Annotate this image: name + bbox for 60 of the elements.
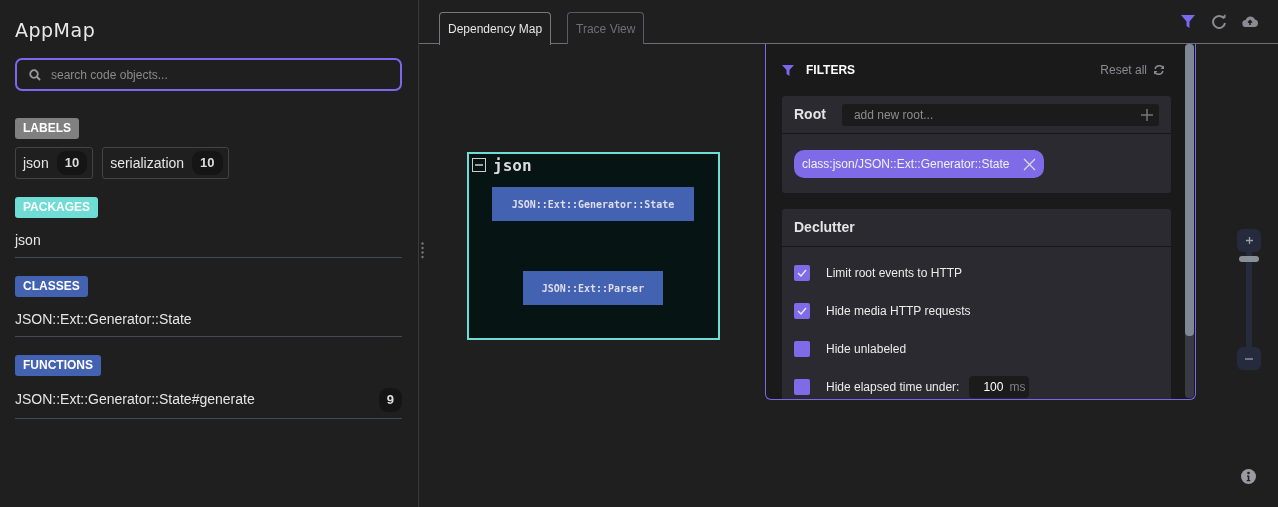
option-label: Limit root events to HTTP <box>826 265 963 282</box>
unit-label: ms <box>1009 379 1026 396</box>
scrollbar-thumb[interactable] <box>1185 44 1194 336</box>
list-item[interactable]: json <box>15 230 41 251</box>
panel-title: FILTERS <box>806 62 856 79</box>
class-node[interactable]: JSON::Ext::Parser <box>523 271 663 305</box>
reload-icon <box>1211 13 1227 29</box>
count-badge: 10 <box>56 151 88 175</box>
collapse-icon[interactable] <box>472 158 486 172</box>
checkbox[interactable] <box>794 303 810 319</box>
filter-icon <box>1180 13 1196 29</box>
close-icon <box>1023 157 1037 171</box>
option-label: Hide media HTTP requests <box>826 303 971 320</box>
filter-button[interactable] <box>1180 12 1196 30</box>
search-field[interactable]: search code objects... <box>49 64 388 85</box>
section-heading[interactable]: FUNCTIONS <box>15 355 101 376</box>
option-label: Hide unlabeled <box>826 341 907 358</box>
class-node[interactable]: JSON::Ext::Generator::State <box>492 187 694 221</box>
count-badge: 9 <box>378 388 402 412</box>
info-icon[interactable] <box>1241 469 1256 484</box>
list-item[interactable]: JSON::Ext::Generator::State#generate <box>15 389 255 411</box>
plus-icon <box>1245 237 1253 244</box>
card-title: Root <box>794 105 826 124</box>
zoom-out-button[interactable] <box>1237 347 1261 370</box>
root-input-bar[interactable]: add new root... <box>841 103 1159 126</box>
count-badge: 10 <box>192 151 223 175</box>
reset-all-button[interactable]: Reset all <box>1100 61 1165 79</box>
zoom-slider-thumb[interactable] <box>1239 256 1259 263</box>
zoom-in-button[interactable] <box>1237 229 1261 252</box>
reload-button[interactable] <box>1211 12 1227 30</box>
root-tag[interactable]: class:json/JSON::Ext::Generator::State <box>794 150 1045 178</box>
minus-icon <box>1245 357 1253 360</box>
package-node[interactable]: json JSON::Ext::Generator::State JSON::Ext::Parser <box>467 152 720 340</box>
card-title: Declutter <box>794 218 855 237</box>
section-heading[interactable]: CLASSES <box>15 276 88 297</box>
label-name: serialization <box>110 153 185 173</box>
checkbox[interactable] <box>794 341 810 357</box>
label-chip[interactable]: json 10 <box>15 147 94 179</box>
checkbox[interactable] <box>794 379 810 395</box>
label-chip[interactable]: serialization 10 <box>102 147 229 179</box>
resize-handle-icon[interactable] <box>421 242 424 259</box>
check-icon <box>797 307 807 315</box>
number-field[interactable]: 100 <box>977 377 1006 397</box>
list-item[interactable]: JSON::Ext::Generator::State <box>15 309 192 330</box>
tab[interactable]: Dependency Map <box>439 12 552 45</box>
root-input-field[interactable]: add new root... <box>851 104 1141 125</box>
section-heading[interactable]: LABELS <box>15 118 79 139</box>
check-icon <box>797 269 807 277</box>
package-name: json <box>493 155 532 177</box>
option-label: Hide elapsed time under: <box>826 379 960 396</box>
number-input-bar[interactable]: 100 ms <box>969 376 1030 398</box>
app-title: AppMap <box>15 18 97 43</box>
search-icon <box>29 68 41 81</box>
reset-icon <box>1153 64 1165 76</box>
checkbox[interactable] <box>794 265 810 281</box>
filter-icon <box>782 64 794 76</box>
plus-icon[interactable] <box>1141 108 1153 121</box>
label-name: json <box>23 153 49 173</box>
search-bar[interactable]: search code objects... <box>15 58 402 91</box>
remove-button[interactable] <box>1023 157 1037 171</box>
